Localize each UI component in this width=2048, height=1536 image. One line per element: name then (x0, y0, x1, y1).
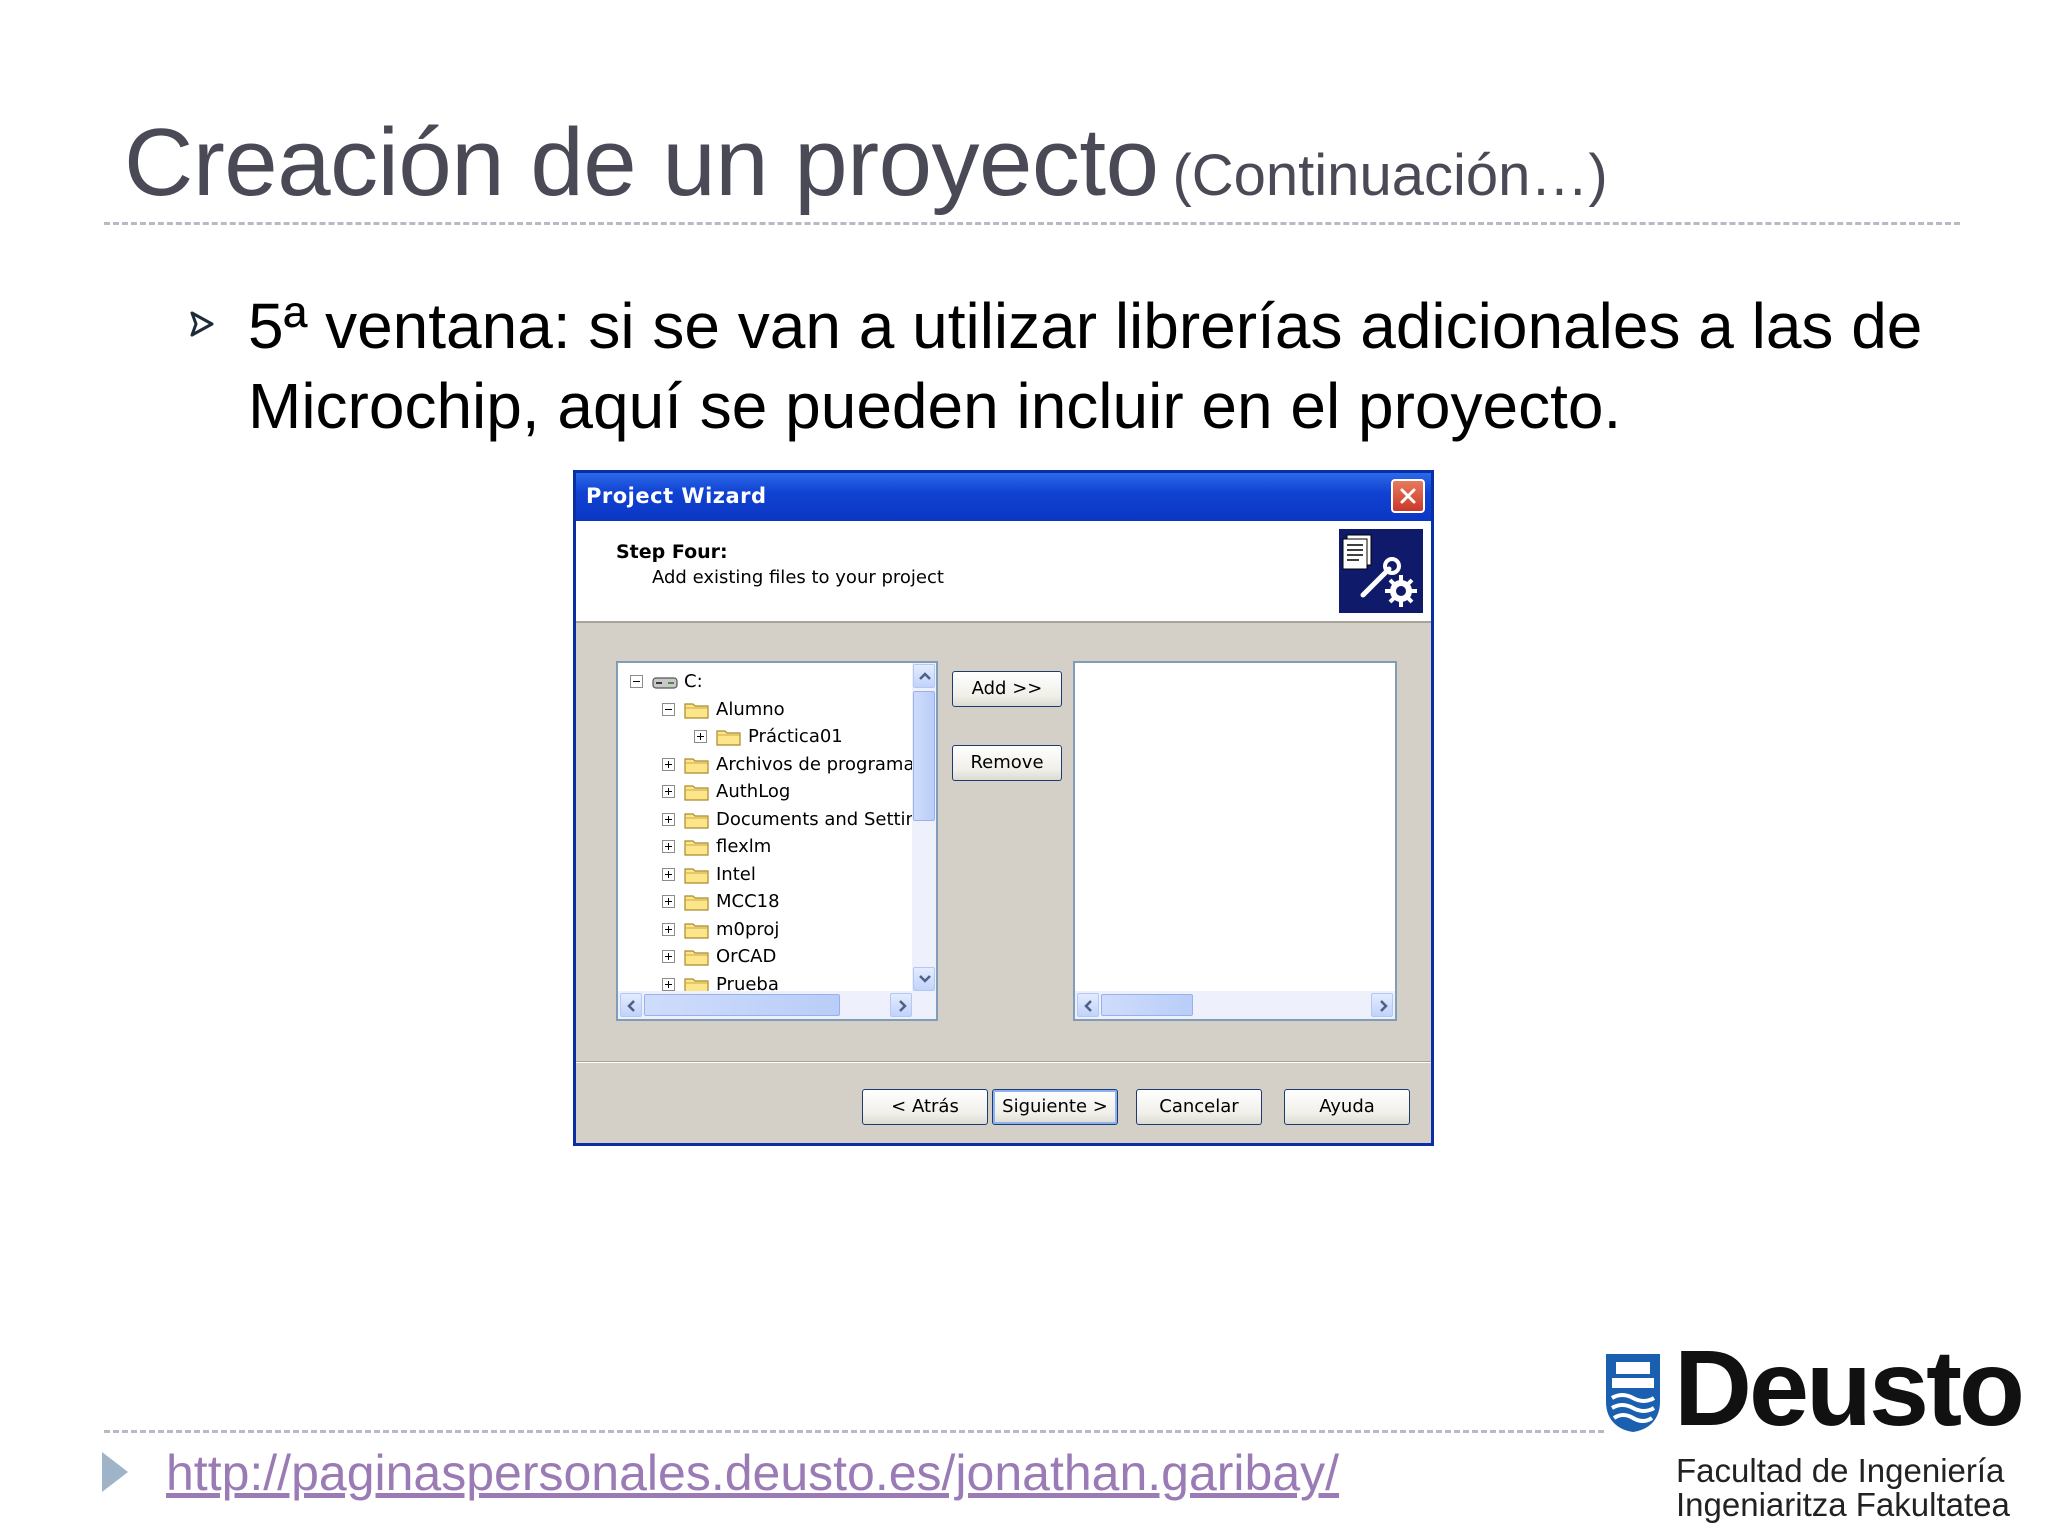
next-button[interactable]: Siguiente > (992, 1089, 1118, 1125)
expand-icon[interactable] (662, 950, 675, 963)
expand-icon[interactable] (662, 840, 675, 853)
scroll-up-button[interactable] (913, 664, 935, 688)
tree-vertical-scrollbar[interactable] (912, 663, 936, 993)
expand-icon[interactable] (662, 895, 675, 908)
project-wizard-window: Project Wizard Step Four: Add existing f… (573, 470, 1434, 1146)
triangle-bullet-icon (102, 1452, 128, 1492)
tree-item-label: MCC18 (716, 891, 780, 912)
tree-item-label: m0proj (716, 918, 780, 940)
window-titlebar[interactable]: Project Wizard (576, 473, 1431, 521)
folder-icon (684, 840, 709, 856)
files-horizontal-scrollbar[interactable] (1075, 991, 1395, 1019)
tree-item-label: flexlm (716, 836, 772, 857)
collapse-icon[interactable] (662, 702, 675, 716)
back-button[interactable]: < Atrás (862, 1089, 988, 1125)
slide-title: Creación de un proyecto (Continuación…) (124, 108, 1608, 218)
folder-icon (716, 730, 741, 746)
drive-icon (652, 677, 678, 689)
folder-icon (684, 785, 709, 801)
slide-title-main: Creación de un proyecto (124, 109, 1159, 216)
directory-tree[interactable]: C: Alumno Práctica01 Archivos de programa Au… (616, 661, 938, 1021)
footer-link[interactable]: http://paginaspersonales.deusto.es/jonat… (166, 1444, 1339, 1502)
tree-item-label: OrCAD (716, 946, 777, 967)
help-button[interactable]: Ayuda (1284, 1089, 1410, 1125)
chevron-right-icon (899, 1000, 907, 1012)
scroll-left-button[interactable] (1077, 993, 1099, 1017)
tree-item-label: Intel (716, 863, 756, 885)
wizard-tools-icon (1339, 529, 1423, 613)
horizontal-scroll-thumb[interactable] (644, 994, 840, 1016)
tree-item-label: Práctica01 (748, 726, 843, 747)
folder-icon (684, 867, 709, 884)
slide-title-sub: (Continuación…) (1172, 143, 1608, 208)
chevron-left-icon (627, 1000, 635, 1012)
tree-item-label: Archivos de programa (716, 753, 915, 775)
tree-item-label: C: (684, 671, 703, 692)
title-divider (104, 222, 1960, 225)
close-icon (1400, 488, 1416, 504)
step-description: Add existing files to your project (652, 567, 944, 588)
collapse-icon[interactable] (630, 675, 643, 688)
bullet-text: 5ª ventana: si se van a utilizar librerí… (248, 290, 1923, 442)
expand-icon[interactable] (662, 922, 675, 936)
logo-subtitle-line1: Facultad de Ingeniería (1676, 1452, 2005, 1489)
selected-files-list[interactable] (1073, 661, 1397, 1021)
chevron-up-icon (919, 672, 931, 680)
expand-icon[interactable] (662, 977, 675, 991)
tree-item-label: AuthLog (716, 781, 791, 802)
expand-icon[interactable] (662, 812, 675, 826)
folder-icon (684, 922, 709, 939)
expand-icon[interactable] (662, 867, 675, 881)
folder-icon (684, 950, 709, 966)
vertical-scroll-thumb[interactable] (913, 691, 935, 821)
arrow-bullet-icon (190, 311, 214, 337)
deusto-logo: Deusto Facultad de Ingeniería Ingeniarit… (1604, 1334, 2025, 1524)
scroll-left-button[interactable] (620, 993, 642, 1017)
folder-icon (684, 757, 709, 774)
scroll-down-button[interactable] (913, 967, 935, 991)
step-title: Step Four: (616, 541, 728, 563)
chevron-left-icon (1084, 1000, 1092, 1012)
deusto-shield-icon (1606, 1354, 1660, 1432)
logo-subtitle-line2: Ingeniaritza Fakultatea (1676, 1486, 2010, 1523)
horizontal-scroll-thumb[interactable] (1101, 994, 1193, 1016)
cancel-button[interactable]: Cancelar (1136, 1089, 1262, 1125)
logo-wordmark: Deusto (1674, 1327, 2025, 1448)
tree-item-label: Alumno (716, 698, 785, 720)
close-button[interactable] (1391, 479, 1425, 513)
scroll-right-button[interactable] (1371, 993, 1393, 1017)
folder-icon (684, 895, 709, 911)
wizard-header: Step Four: Add existing files to your pr… (576, 521, 1431, 623)
tree-horizontal-scrollbar[interactable] (618, 991, 936, 1019)
tree-item-label: Documents and Settin (716, 808, 917, 830)
remove-button[interactable]: Remove (952, 745, 1062, 781)
expand-icon[interactable] (662, 757, 675, 771)
expand-icon[interactable] (662, 785, 675, 798)
footer-divider-line (104, 1430, 1604, 1433)
folder-icon (684, 702, 709, 719)
chevron-down-icon (919, 975, 931, 983)
footer-divider (576, 1061, 1431, 1063)
expand-icon[interactable] (694, 730, 707, 743)
scroll-right-button[interactable] (890, 993, 912, 1017)
window-title: Project Wizard (586, 484, 767, 508)
add-button[interactable]: Add >> (952, 671, 1062, 707)
chevron-right-icon (1380, 1000, 1388, 1012)
folder-icon (684, 812, 709, 829)
